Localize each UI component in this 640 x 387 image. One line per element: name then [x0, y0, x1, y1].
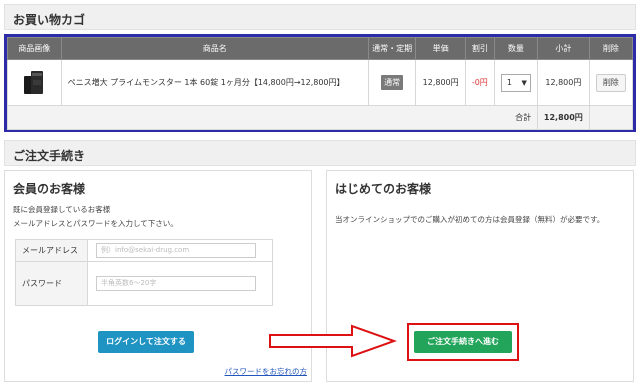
member-desc-2: メールアドレスとパスワードを入力して下さい。: [13, 219, 178, 228]
col-header-name: 商品名: [60, 37, 369, 60]
quantity-select[interactable]: 1 ▼: [500, 73, 531, 92]
next-button-highlight: ご注文手続きへ進む: [407, 323, 519, 361]
forgot-password-link[interactable]: パスワードをお忘れの方: [225, 366, 308, 377]
product-image-cell: [7, 59, 62, 106]
col-header-subtotal: 小計: [537, 37, 590, 60]
password-label: パスワード: [15, 261, 88, 306]
product-name: ペニス増大 プライムモンスター 1本 60錠 1ヶ月分【14,800円→12,8…: [60, 59, 369, 106]
col-header-image: 商品画像: [7, 37, 62, 60]
delete-button[interactable]: 削除: [595, 73, 626, 92]
email-field[interactable]: 例）info@sekai-drug.com: [96, 243, 256, 258]
chevron-down-icon: ▼: [521, 78, 527, 87]
member-heading: 会員のお客様: [13, 182, 86, 196]
password-field[interactable]: 半角英数6～20字: [96, 276, 256, 291]
discount-value: -0円: [464, 59, 495, 106]
member-desc-1: 既に会員登録しているお客様: [13, 205, 111, 214]
proceed-checkout-button[interactable]: ご注文手続きへ進む: [414, 331, 512, 353]
login-order-button[interactable]: ログインして注文する: [98, 331, 194, 353]
col-header-delete: 削除: [588, 37, 634, 60]
col-header-discount: 割引: [464, 37, 495, 60]
login-form: メールアドレス 例）info@sekai-drug.com パスワード 半角英数…: [15, 239, 273, 306]
annotation-arrow-icon: [269, 324, 397, 358]
cart-table-highlight: 商品画像 商品名 通常・定期 単価 割引 数量 小計 削除 ペニス増大 プライム…: [4, 34, 636, 132]
quantity-value: 1: [506, 77, 513, 87]
delete-cell: 削除: [588, 59, 634, 106]
col-header-unit-price: 単価: [415, 37, 466, 60]
new-customer-heading: はじめてのお客様: [335, 182, 432, 196]
col-header-quantity: 数量: [493, 37, 539, 60]
cart-total-row: 合計 12,800円: [6, 105, 634, 130]
email-label: メールアドレス: [15, 239, 88, 262]
email-cell: 例）info@sekai-drug.com: [87, 239, 273, 262]
member-login-panel: 会員のお客様 既に会員登録しているお客様 メールアドレスとパスワードを入力して下…: [4, 170, 312, 382]
col-header-type: 通常・定期: [367, 37, 417, 60]
cart-table: 商品画像 商品名 通常・定期 単価 割引 数量 小計 削除 ペニス増大 プライム…: [6, 37, 634, 130]
total-value: 12,800円: [537, 105, 590, 130]
unit-price: 12,800円: [415, 59, 466, 106]
quantity-cell: 1 ▼: [493, 59, 539, 106]
total-empty-cell: [588, 105, 634, 130]
product-image[interactable]: [23, 68, 45, 96]
cart-item-row: ペニス増大 プライムモンスター 1本 60錠 1ヶ月分【14,800円→12,8…: [7, 59, 634, 106]
total-label: 合計: [6, 105, 539, 130]
password-cell: 半角英数6～20字: [87, 261, 273, 306]
subtotal: 12,800円: [537, 59, 590, 106]
cart-header-row: 商品画像 商品名 通常・定期 単価 割引 数量 小計 削除: [7, 37, 634, 60]
purchase-type-badge: 通常: [381, 75, 404, 90]
new-customer-desc: 当オンラインショップでのご購入が初めての方は会員登録（無料）が必要です。: [335, 215, 605, 224]
checkout-section-title: ご注文手続き: [4, 140, 636, 166]
purchase-type-cell: 通常: [367, 59, 417, 106]
cart-section-title: お買い物カゴ: [4, 4, 636, 30]
